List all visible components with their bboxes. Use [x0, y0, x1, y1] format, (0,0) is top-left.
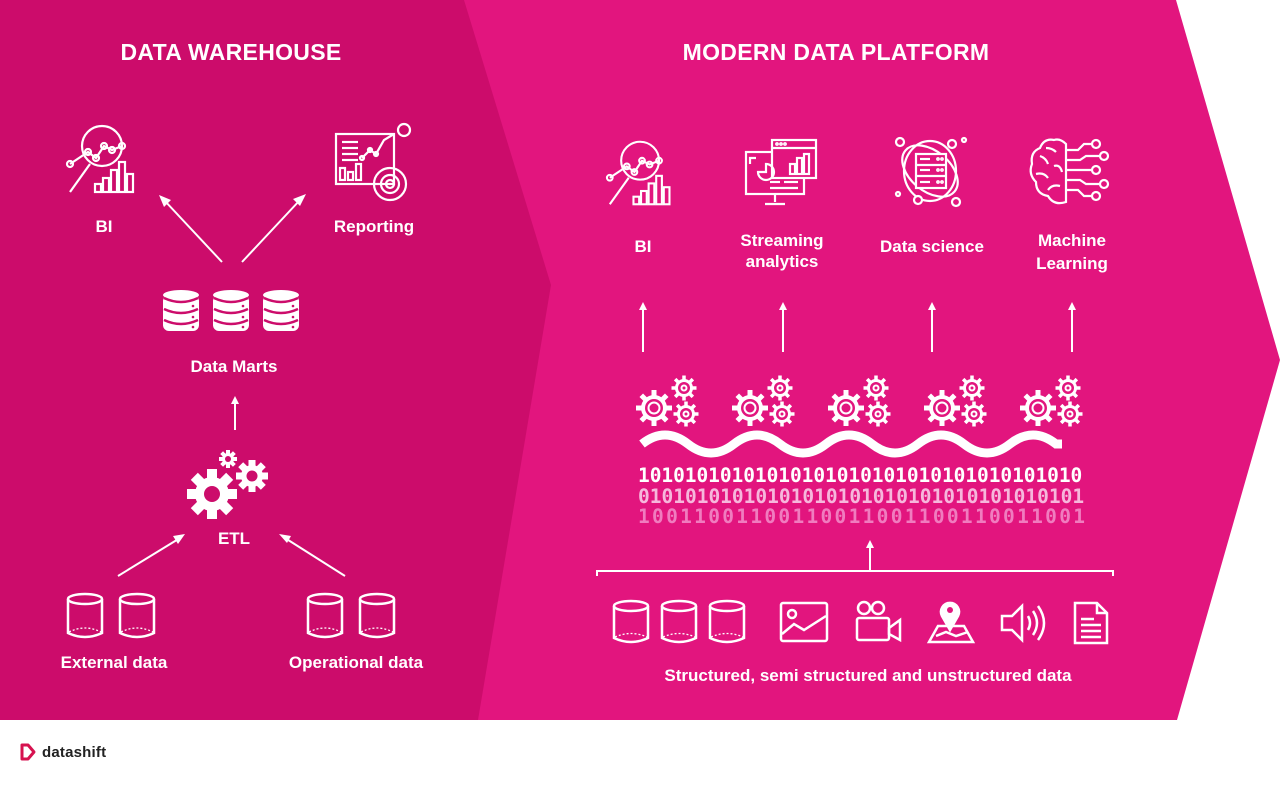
- streaming-label-line2: analytics: [745, 252, 819, 272]
- monitor-dashboard-icon: [744, 138, 818, 210]
- brand-name: datashift: [42, 743, 107, 761]
- image-icon: [779, 601, 829, 643]
- operational-data-label: Operational data: [288, 653, 424, 672]
- right-bi-label: BI: [634, 237, 652, 256]
- external-data-icons: [66, 592, 162, 642]
- gears-icon: [1020, 375, 1083, 427]
- datashift-logo[interactable]: datashift: [20, 743, 106, 761]
- gears-icon: [732, 375, 795, 427]
- bi-analytics-icon: [65, 124, 142, 194]
- cylinder-icon: [660, 599, 698, 644]
- cylinder-icon: [306, 592, 344, 639]
- document-icon: [1073, 601, 1109, 645]
- left-reporting-label: Reporting: [333, 217, 415, 236]
- binary-row-1: 10101010101010101010101010101010101010: [638, 464, 1083, 487]
- ml-label-line2: Learning: [1036, 253, 1108, 273]
- ml-label-line1: Machine: [1037, 231, 1107, 250]
- left-panel-title: DATA WAREHOUSE: [120, 39, 342, 65]
- cylinder-icon: [118, 592, 156, 639]
- binary-row-3: 10011001100110011001100110011001: [638, 505, 1088, 528]
- database-stack-icon: [263, 290, 299, 331]
- data-marts-icon-group: [162, 289, 306, 335]
- server-orbit-icon: [894, 134, 968, 208]
- database-stack-icon: [163, 290, 199, 331]
- etl-label: ETL: [217, 529, 251, 548]
- cylinder-icon: [612, 599, 650, 644]
- database-stack-icon: [213, 290, 249, 331]
- map-pin-icon: [926, 601, 976, 644]
- source-icons-row: [612, 599, 1112, 646]
- brain-circuit-icon: [1029, 136, 1110, 206]
- streaming-analytics-label: Streaming analytics: [722, 230, 842, 273]
- bi-analytics-icon: [605, 138, 678, 208]
- left-bi-label: BI: [95, 217, 113, 236]
- gears-icon: [636, 375, 699, 427]
- cylinder-icon: [66, 592, 104, 639]
- data-science-label: Data science: [880, 237, 984, 256]
- cylinder-icon: [358, 592, 396, 639]
- streaming-label-line1: Streaming: [740, 231, 824, 250]
- reporting-dashboard-icon: [334, 122, 414, 204]
- external-data-label: External data: [60, 653, 168, 672]
- machine-learning-label: Machine Learning: [1012, 230, 1132, 276]
- cylinder-icon: [708, 599, 746, 644]
- data-marts-label: Data Marts: [190, 357, 278, 376]
- gears-icon: [924, 375, 987, 427]
- operational-data-icons: [306, 592, 402, 642]
- right-panel-title: MODERN DATA PLATFORM: [682, 39, 990, 65]
- sources-label: Structured, semi structured and unstruct…: [664, 666, 1072, 685]
- gears-icon: [187, 450, 272, 520]
- datashift-logo-icon: [20, 743, 36, 761]
- speaker-icon: [1000, 602, 1046, 644]
- gears-icon: [828, 375, 891, 427]
- video-camera-icon: [855, 600, 902, 643]
